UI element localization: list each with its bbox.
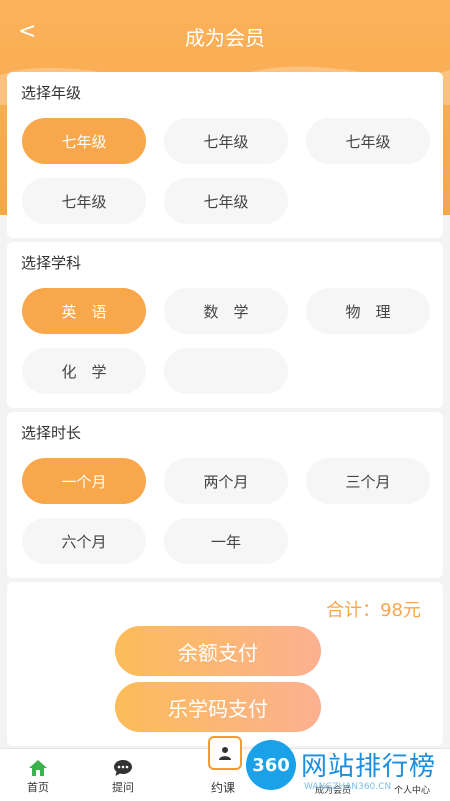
- duration-option-1-month[interactable]: 一个月: [22, 458, 146, 504]
- user-card-icon: [219, 747, 231, 760]
- grade-card: 选择年级 七年级 七年级 七年级 七年级 七年级: [7, 72, 443, 238]
- nav-item-member[interactable]: 成为会员: [298, 749, 368, 801]
- subject-card: 选择学科 英 语 数 学 物 理 化 学: [7, 242, 443, 408]
- total-price: 合计：98元: [326, 600, 421, 621]
- duration-option-1-year[interactable]: 一年: [164, 518, 288, 564]
- subject-option-english[interactable]: 英 语: [22, 288, 146, 334]
- nav-label-profile: 个人中心: [393, 786, 430, 796]
- nav-item-home[interactable]: 首页: [3, 749, 73, 801]
- grade-option[interactable]: 七年级: [164, 118, 288, 164]
- top-bar: < 成为会员: [0, 0, 450, 70]
- nav-label-appointment: 约课: [210, 781, 235, 795]
- duration-option-3-months[interactable]: 三个月: [306, 458, 430, 504]
- payment-card: 合计：98元 余额支付 乐学码支付: [7, 582, 443, 746]
- subject-option-chemistry[interactable]: 化 学: [22, 348, 146, 394]
- balance-pay-button[interactable]: 余额支付: [115, 626, 321, 676]
- subject-option-math[interactable]: 数 学: [164, 288, 288, 334]
- code-pay-button[interactable]: 乐学码支付: [115, 682, 321, 732]
- duration-section-title: 选择时长: [21, 424, 82, 442]
- nav-label-question: 提问: [112, 781, 134, 794]
- grade-section-title: 选择年级: [21, 84, 82, 102]
- grade-option[interactable]: 七年级: [22, 118, 146, 164]
- nav-label-home: 首页: [27, 781, 49, 794]
- duration-card: 选择时长 一个月 两个月 三个月 六个月 一年: [7, 412, 443, 578]
- subject-section-title: 选择学科: [21, 254, 82, 272]
- duration-option-6-months[interactable]: 六个月: [22, 518, 146, 564]
- grade-option[interactable]: 七年级: [22, 178, 146, 224]
- page-title: 成为会员: [185, 26, 265, 50]
- home-icon: [29, 760, 47, 776]
- nav-item-question[interactable]: 提问: [88, 749, 158, 801]
- appointment-center-button[interactable]: [208, 736, 242, 770]
- subject-option-physics[interactable]: 物 理: [306, 288, 430, 334]
- nav-label-member: 成为会员: [314, 786, 351, 796]
- grade-option[interactable]: 七年级: [306, 118, 430, 164]
- nav-item-profile[interactable]: 个人中心: [377, 749, 447, 801]
- subject-option-empty[interactable]: [164, 348, 288, 394]
- chat-icon: [114, 760, 132, 776]
- grade-option[interactable]: 七年级: [164, 178, 288, 224]
- duration-option-2-months[interactable]: 两个月: [164, 458, 288, 504]
